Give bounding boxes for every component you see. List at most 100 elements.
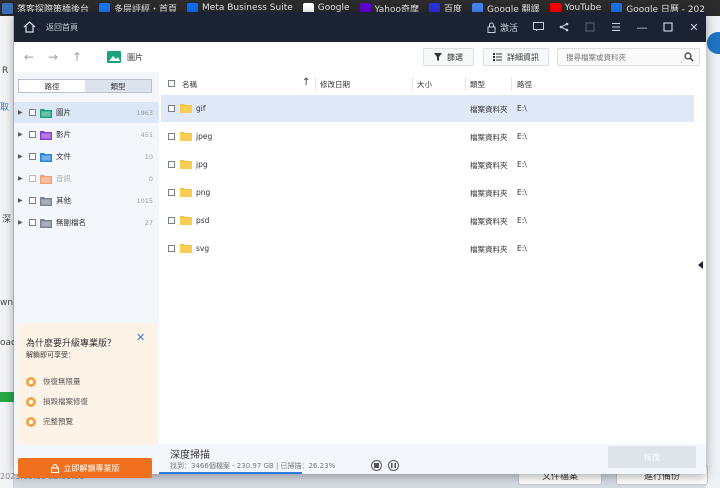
file-path: E:\ [517,244,527,253]
row-checkbox[interactable] [168,245,175,252]
sidebar-item[interactable]: ▶ 音訊 0 [14,168,159,189]
noext-folder-icon [40,218,52,228]
forward-arrow-icon[interactable]: → [45,49,61,65]
category-sidebar: 路徑 類型 ▶ 圖片 1963 ▶ 影片 451 ▶ 文件 10 ▶ 音訊 0 ▶ 其他 1015 ▶ 無副檔名… [14,72,159,478]
column-modified[interactable]: 修改日期 [320,79,350,90]
category-checkbox[interactable] [29,175,36,182]
sidebar-item[interactable]: ▶ 圖片 1963 [14,102,159,123]
sidebar-item-count: 1963 [136,108,153,117]
file-name: psd [196,216,210,225]
search-input[interactable] [566,52,681,62]
feature-icon [26,416,36,427]
upgrade-panel: 為什麼要升級專業版？ 解鎖即可享受： ✕ 恢復無限量 損毀檔案修復 完整預覽 [18,323,157,445]
row-checkbox[interactable] [168,161,175,168]
table-row[interactable]: jpeg 檔案資料夾 E:\ [161,123,694,150]
maximize-icon[interactable] [662,21,674,33]
lock-icon [487,22,496,33]
column-separator[interactable] [412,77,413,91]
tab-type[interactable]: 類型 [85,80,151,92]
file-list-header: 名稱 ↑ 修改日期 大小 類型 路徑 [161,75,706,93]
stop-button[interactable] [371,460,382,471]
row-checkbox[interactable] [168,189,175,196]
background-text: R [2,66,9,76]
home-button[interactable] [14,12,44,42]
row-checkbox[interactable] [168,105,175,112]
menu-icon[interactable]: ☰ [610,21,622,34]
expand-arrow-icon[interactable]: ▶ [18,175,28,182]
category-checkbox[interactable] [29,109,36,116]
details-button[interactable]: 詳細資訊 [483,48,549,66]
file-path: E:\ [517,216,527,225]
expand-arrow-icon[interactable]: ▶ [18,197,28,204]
filter-button[interactable]: 篩選 [423,48,474,66]
row-checkbox[interactable] [168,133,175,140]
sidebar-item-label: 其他 [56,196,71,205]
background-green-strip [0,392,14,402]
column-separator[interactable] [511,77,512,91]
file-path: E:\ [517,132,527,141]
close-icon[interactable]: ✕ [136,331,145,344]
tab-path[interactable]: 路徑 [19,80,85,92]
expand-arrow-icon[interactable]: ▶ [18,153,28,160]
column-size[interactable]: 大小 [417,79,432,90]
column-path[interactable]: 路徑 [517,79,532,90]
sidebar-item[interactable]: ▶ 文件 10 [14,146,159,167]
file-path: E:\ [517,188,527,197]
column-separator[interactable] [315,77,316,91]
collapse-preview-arrow[interactable] [698,261,703,269]
minimize-icon[interactable]: — [636,21,648,34]
up-arrow-icon[interactable]: ↑ [69,49,85,65]
sidebar-item[interactable]: ▶ 其他 1015 [14,190,159,211]
activate-button[interactable]: 激活 [487,21,518,34]
pause-button[interactable] [388,460,399,471]
expand-arrow-icon[interactable]: ▶ [18,109,28,116]
breadcrumb: 圖片 [127,52,143,62]
search-icon[interactable] [684,52,694,62]
sidebar-item-label: 圖片 [56,108,71,117]
file-path: E:\ [517,104,527,113]
lock-icon [50,463,59,473]
folder-icon [180,104,192,113]
table-row[interactable]: psd 檔案資料夾 E:\ [161,207,694,234]
category-checkbox[interactable] [29,153,36,160]
sidebar-item[interactable]: ▶ 影片 451 [14,124,159,145]
category-checkbox[interactable] [29,197,36,204]
table-row[interactable]: svg 檔案資料夾 E:\ [161,235,694,262]
close-icon[interactable]: ✕ [688,21,700,34]
details-label: 詳細資訊 [507,52,539,62]
select-all-checkbox[interactable] [168,80,175,87]
unlock-pro-label: 立即解鎖專業版 [63,463,120,473]
table-row[interactable]: png 檔案資料夾 E:\ [161,179,694,206]
file-type: 檔案資料夾 [470,217,508,226]
file-name: jpeg [196,132,213,141]
expand-arrow-icon[interactable]: ▶ [18,131,28,138]
recover-button[interactable]: 恢復 [608,446,696,468]
background-text: 取 [0,103,10,113]
table-row[interactable]: jpg 檔案資料夾 E:\ [161,151,694,178]
upgrade-subtitle: 解鎖即可享受： [26,351,75,359]
home-icon [23,21,35,33]
filter-label: 篩選 [447,52,463,62]
sidebar-item[interactable]: ▶ 無副檔名 27 [14,212,159,233]
feature-label: 完整預覽 [43,417,73,426]
sort-arrow-icon[interactable]: ↑ [302,77,310,88]
back-to-home-link[interactable]: 返回首頁 [46,22,78,33]
feature-item: 損毀檔案修復 [26,396,88,407]
scan-status-bar: 深度掃描 找到：3466個檔案 - 230.97 GB | 已掃描：26.23%… [159,444,706,474]
toolbar: ← → ↑ 圖片 篩選 詳細資訊 [14,42,706,72]
table-row[interactable]: gif 檔案資料夾 E:\ [161,95,694,122]
back-arrow-icon[interactable]: ← [21,49,37,65]
column-name[interactable]: 名稱 [182,79,197,90]
category-checkbox[interactable] [29,219,36,226]
file-name: gif [196,104,206,113]
category-checkbox[interactable] [29,131,36,138]
unlock-pro-button[interactable]: 立即解鎖專業版 [18,458,152,478]
feedback-icon[interactable] [532,21,544,33]
feature-label: 恢復無限量 [43,377,81,386]
file-type: 檔案資料夾 [470,245,508,254]
expand-arrow-icon[interactable]: ▶ [18,219,28,226]
share-icon[interactable] [558,21,570,33]
column-separator[interactable] [465,77,466,91]
row-checkbox[interactable] [168,217,175,224]
column-type[interactable]: 類型 [470,79,485,90]
